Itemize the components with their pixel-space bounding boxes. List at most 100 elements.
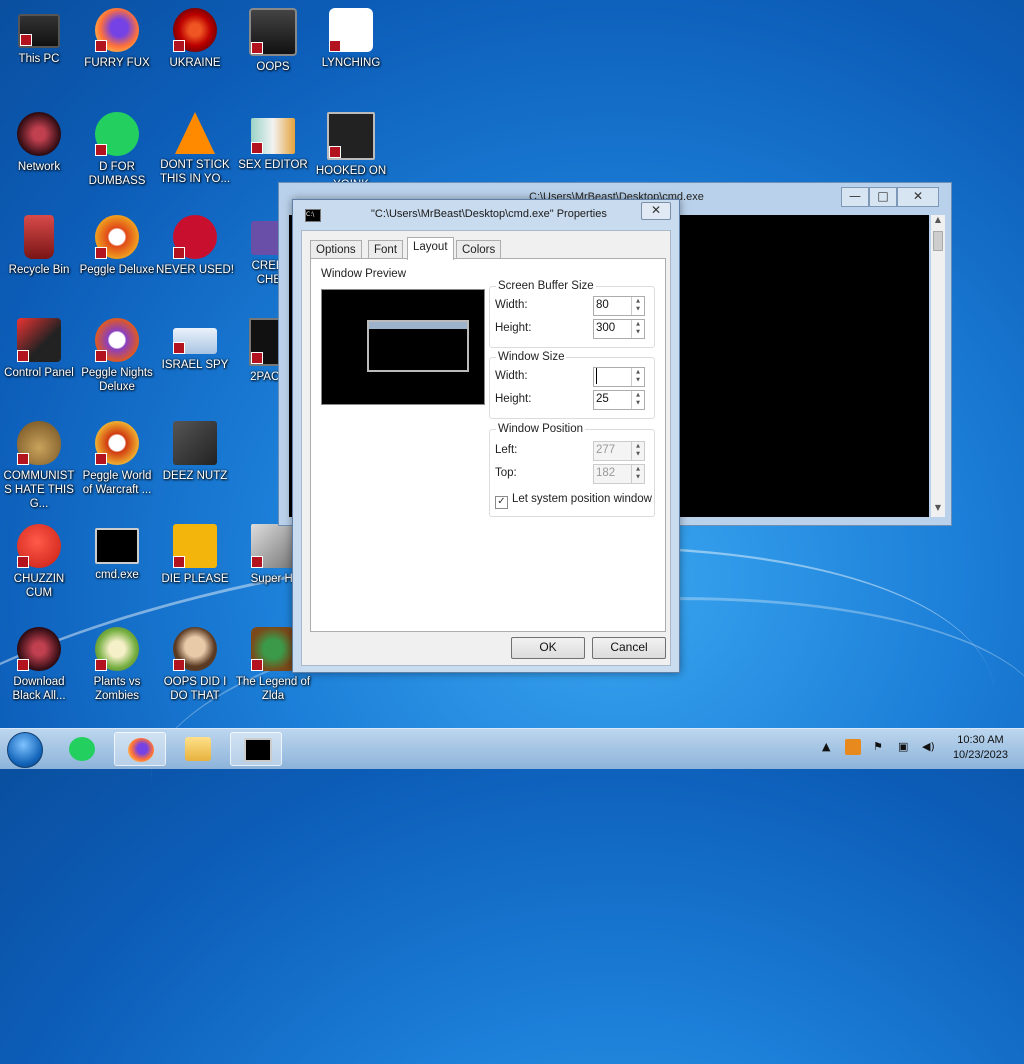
minimize-button[interactable]: — <box>841 187 869 207</box>
dialog-titlebar[interactable]: C:\ "C:\Users\MrBeast\Desktop\cmd.exe" P… <box>293 200 679 228</box>
console-scrollbar[interactable]: ▲ ▼ <box>931 215 945 517</box>
desktop-icon-d-for-dumbass[interactable]: D FOR DUMBASS <box>78 112 156 188</box>
desktop-icon-peggle-wow[interactable]: Peggle World of Warcraft ... <box>78 421 156 497</box>
desktop-icon-chuzzin[interactable]: CHUZZIN CUM <box>0 524 78 600</box>
show-hidden-icons-icon[interactable]: ▲ <box>822 740 830 753</box>
taskbar-file-explorer[interactable] <box>172 732 224 766</box>
desktop-icon-hooked-on[interactable]: HOOKED ON YOINK <box>312 112 390 192</box>
tab-options[interactable]: Options <box>310 240 362 259</box>
spin-up-icon: ▲ <box>636 298 640 304</box>
window-size-group: Window Size Width: ▲▼ Height: ▲▼ <box>489 351 655 419</box>
ok-button[interactable]: OK <box>511 637 585 659</box>
spin-down-icon: ▼ <box>636 451 640 457</box>
buffer-width-input[interactable] <box>594 297 628 313</box>
desktop-icon-network[interactable]: Network <box>0 112 78 174</box>
checkmark-icon[interactable]: ✓ <box>495 496 508 509</box>
taskbar-firefox[interactable] <box>114 732 166 766</box>
window-size-title: Window Size <box>496 351 567 363</box>
position-top-spinner: ▲▼ <box>593 464 645 484</box>
let-system-position-checkbox[interactable]: ✓ Let system position window <box>495 493 652 509</box>
screen-buffer-title: Screen Buffer Size <box>496 280 596 292</box>
desktop-icon-peggle-nights[interactable]: Peggle Nights Deluxe <box>78 318 156 394</box>
spotify-like-icon <box>95 112 139 156</box>
desktop-icon-cmd[interactable]: cmd.exe <box>78 524 156 582</box>
window-preview <box>321 289 485 405</box>
spin-down-icon: ▼ <box>636 474 640 480</box>
desktop-icon-furry-fux[interactable]: FURRY FUX <box>78 8 156 70</box>
desktop-icon-communists[interactable]: COMMUNISTS HATE THIS G... <box>0 421 78 511</box>
taskbar-cmd[interactable] <box>230 732 282 766</box>
start-button[interactable] <box>7 732 43 768</box>
desktop-icon-sex-editor[interactable]: SEX EDITOR <box>234 112 312 172</box>
spin-up-icon: ▲ <box>636 466 640 472</box>
taskbar-app-green[interactable] <box>56 732 108 766</box>
spin-up-icon: ▲ <box>636 369 640 375</box>
desktop-icon-lynching[interactable]: LYNCHING <box>312 8 390 70</box>
desktop-icon-ukraine[interactable]: UKRAINE <box>156 8 234 70</box>
window-width-input[interactable] <box>596 368 627 384</box>
clock-date: 10/23/2023 <box>952 749 1008 761</box>
desktop-icon-this-pc[interactable]: This PC <box>0 8 78 66</box>
desktop-icon-recycle-bin[interactable]: Recycle Bin <box>0 215 78 277</box>
peggle-nights-icon <box>95 318 139 362</box>
desktop-icon-download-black[interactable]: Download Black All... <box>0 627 78 703</box>
scrollbar-thumb[interactable] <box>933 231 943 251</box>
desktop-icon-oops[interactable]: OOPS <box>234 8 312 74</box>
spin-up-icon: ▲ <box>636 392 640 398</box>
stacked-windows-icon <box>173 421 217 465</box>
action-center-flag-icon[interactable]: ⚑ <box>873 740 883 753</box>
tray-app-icon[interactable] <box>845 739 861 755</box>
buffer-width-spinner[interactable]: ▲▼ <box>593 296 645 316</box>
terminal-icon <box>244 738 272 762</box>
window-height-input[interactable] <box>594 391 628 407</box>
buffer-height-input[interactable] <box>594 320 628 336</box>
clock[interactable]: 10:30 AM 10/23/2023 <box>953 733 1008 763</box>
cancel-button[interactable]: Cancel <box>592 637 666 659</box>
taskbar: ▲ ⚑ ▣ ◀) 10:30 AM 10/23/2023 <box>0 728 1024 769</box>
desktop-icon-plants-vs-zombies[interactable]: Plants vs Zombies <box>78 627 156 703</box>
money-bag-icon <box>17 421 61 465</box>
position-top-input <box>594 465 628 481</box>
spin-up-icon: ▲ <box>636 443 640 449</box>
desktop-icon-control-panel[interactable]: Control Panel <box>0 318 78 380</box>
buffer-height-spinner[interactable]: ▲▼ <box>593 319 645 339</box>
tab-font[interactable]: Font <box>368 240 404 259</box>
window-width-spinner[interactable]: ▲ ▼ <box>593 367 645 387</box>
preview-window <box>367 320 469 372</box>
hxd-icon <box>251 118 295 154</box>
tab-colors[interactable]: Colors <box>456 240 502 259</box>
volume-icon[interactable]: ◀) <box>922 740 935 753</box>
maximize-button[interactable]: □ <box>869 187 897 207</box>
dialog-body: Options Font Layout Colors Window Previe… <box>301 230 671 666</box>
spin-up-icon: ▲ <box>636 321 640 327</box>
scroll-down-arrow-icon[interactable]: ▼ <box>931 503 945 517</box>
window-width-label: Width: <box>495 370 528 382</box>
close-button[interactable]: ✕ <box>897 187 939 207</box>
desktop-icon-never-used[interactable]: NEVER USED! <box>156 215 234 277</box>
desktop-icon-dont-stick[interactable]: DONT STICK THIS IN YO... <box>156 112 234 186</box>
position-left-spinner: ▲▼ <box>593 441 645 461</box>
desktop-icon-israel-spy[interactable]: ISRAEL SPY <box>156 318 234 372</box>
noose-icon <box>329 8 373 52</box>
radiation-icon <box>173 8 217 52</box>
flower-icon <box>95 627 139 671</box>
desktop-icon-peggle-deluxe[interactable]: Peggle Deluxe <box>78 215 156 277</box>
desktop-icon-deez-nutz[interactable]: DEEZ NUTZ <box>156 421 234 483</box>
network-tray-icon[interactable]: ▣ <box>898 740 908 753</box>
dialog-close-button[interactable]: ✕ <box>641 202 671 220</box>
peggle-wow-icon <box>95 421 139 465</box>
position-left-input <box>594 442 628 458</box>
scroll-up-arrow-icon[interactable]: ▲ <box>931 215 945 229</box>
chuzzle-icon <box>17 524 61 568</box>
desktop-icon-die-please[interactable]: DIE PLEASE <box>156 524 234 586</box>
window-height-spinner[interactable]: ▲▼ <box>593 390 645 410</box>
spin-down-icon: ▼ <box>636 377 640 383</box>
spin-down-icon: ▼ <box>636 400 640 406</box>
let-system-position-label: Let system position window <box>512 493 652 505</box>
buffer-height-label: Height: <box>495 322 532 334</box>
spin-down-icon: ▼ <box>636 306 640 312</box>
properties-dialog[interactable]: C:\ "C:\Users\MrBeast\Desktop\cmd.exe" P… <box>292 199 680 673</box>
desktop-icon-oops-did-i[interactable]: OOPS DID I DO THAT <box>156 627 234 703</box>
position-left-label: Left: <box>495 444 518 456</box>
tab-layout[interactable]: Layout <box>407 237 454 260</box>
